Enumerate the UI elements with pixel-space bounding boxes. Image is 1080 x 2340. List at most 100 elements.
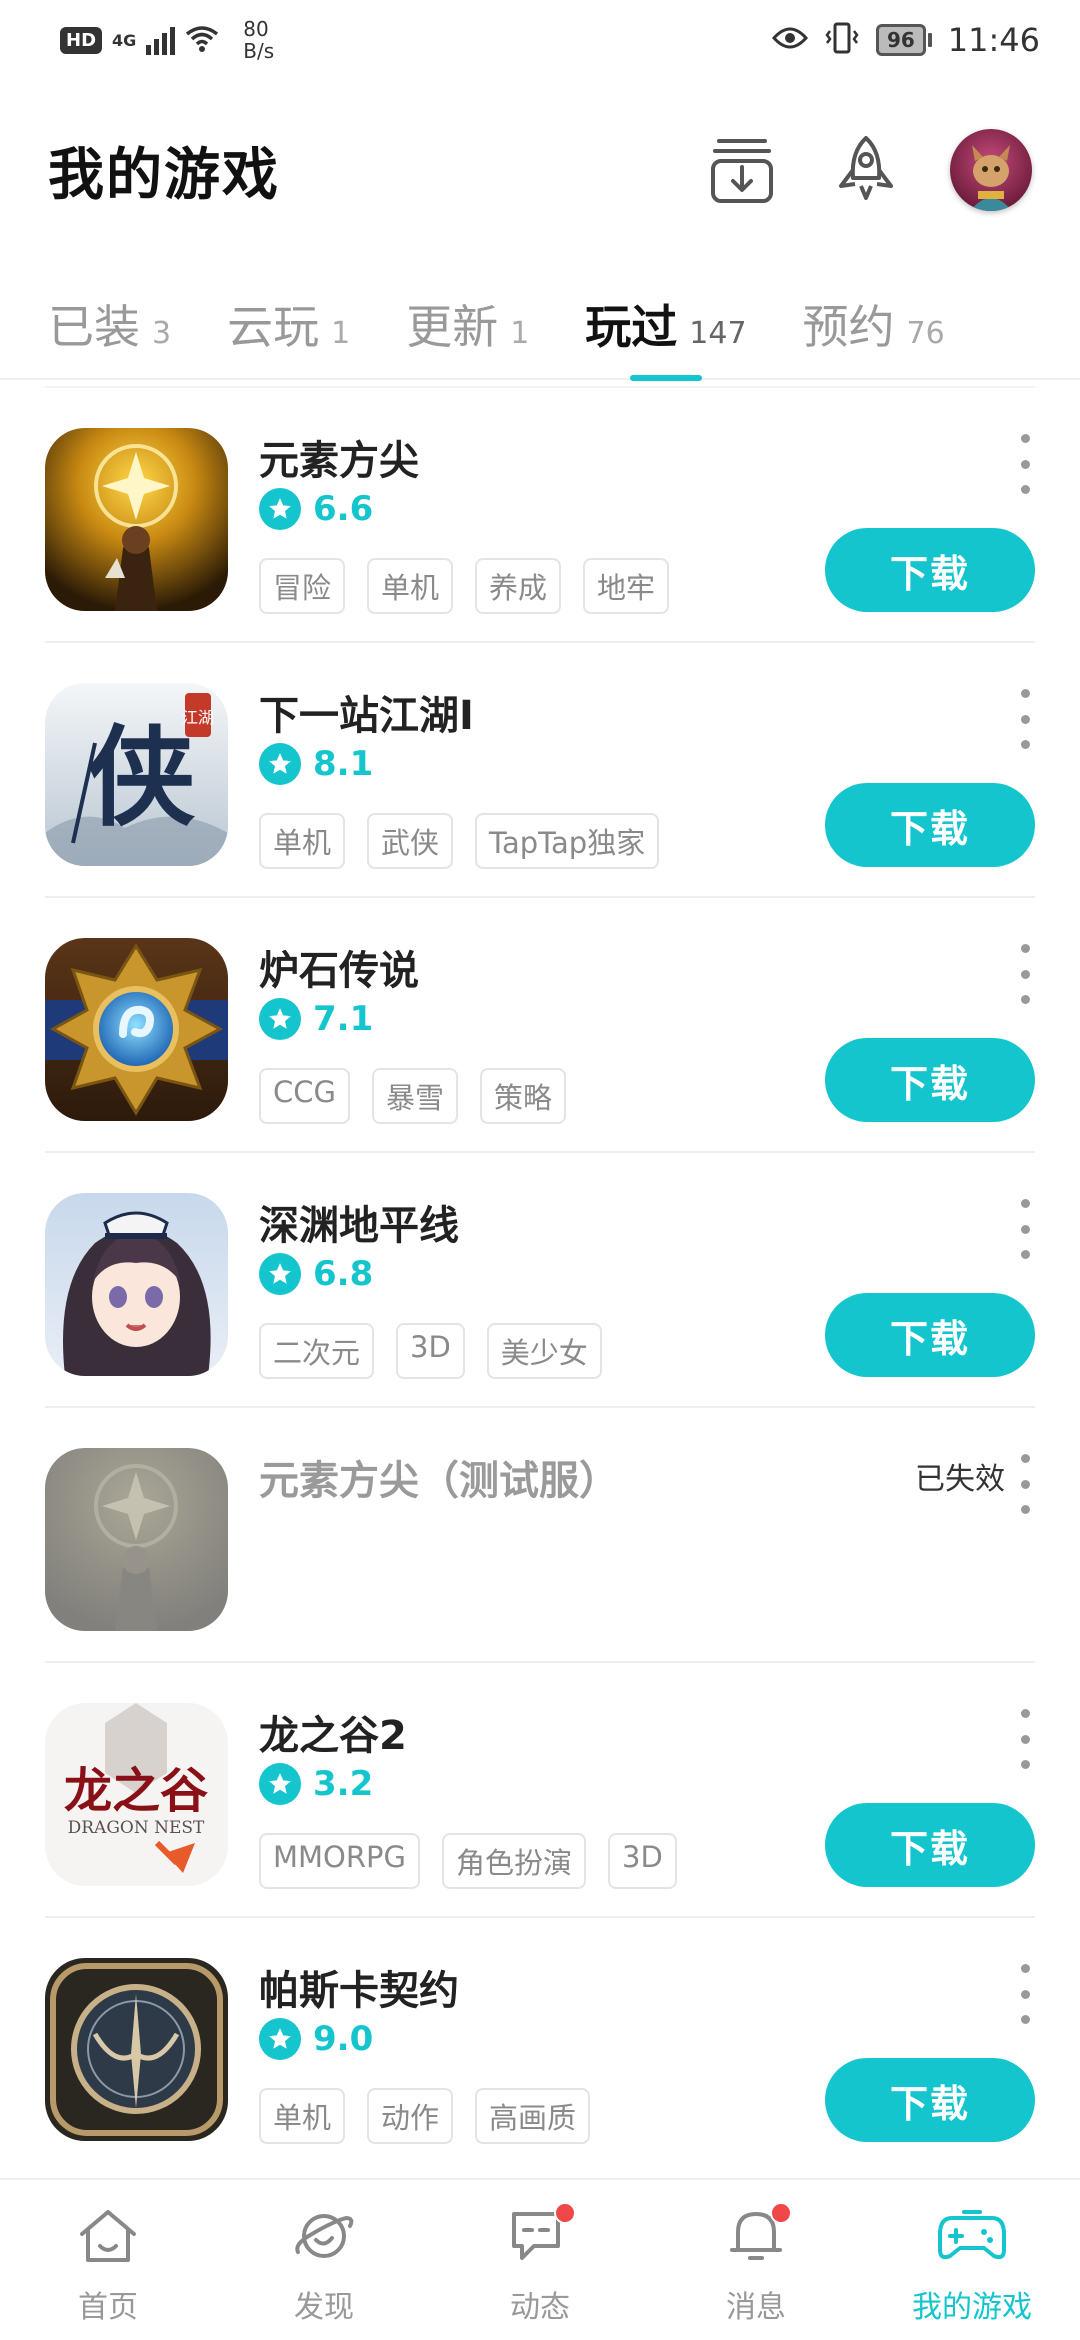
net-speed-value: 80: [243, 17, 269, 41]
tab-label: 已装: [48, 300, 140, 354]
game-tag[interactable]: 单机: [259, 2088, 346, 2144]
rocket-icon[interactable]: [826, 130, 906, 210]
status-left: HD 4G 80 B/s: [60, 18, 274, 62]
header-actions: [702, 129, 1032, 211]
status-bar: HD 4G 80 B/s 96 11:46: [0, 0, 1080, 80]
game-tag[interactable]: 角色扮演: [441, 1833, 586, 1889]
game-tag[interactable]: 单机: [259, 813, 346, 869]
tab-count: 1: [331, 316, 351, 351]
nav-label: 消息: [726, 2290, 786, 2325]
game-rating: 7.1: [259, 998, 373, 1040]
net-speed-unit: B/s: [243, 39, 275, 63]
rating-value: 9.0: [313, 2019, 374, 2059]
game-tag[interactable]: 动作: [367, 2088, 454, 2144]
nav-feed[interactable]: 动态: [432, 2180, 648, 2340]
tab-updates[interactable]: 更新 1: [406, 269, 529, 379]
game-tag[interactable]: 养成: [475, 558, 562, 614]
tab-count: 76: [906, 316, 945, 351]
more-options-icon[interactable]: [1015, 1964, 1035, 2024]
game-tag[interactable]: 冒险: [259, 558, 346, 614]
notification-dot: [770, 2202, 792, 2224]
game-icon-elemental-spire-test[interactable]: [45, 1448, 228, 1631]
status-right: 96 11:46: [771, 21, 1040, 59]
more-options-icon[interactable]: [1015, 1199, 1035, 1259]
star-icon: [259, 2018, 301, 2060]
download-button[interactable]: 下载: [825, 1803, 1035, 1887]
game-row[interactable]: 元素方尖 6.6 冒险 单机 养成 地牢 下载: [45, 386, 1035, 641]
game-row[interactable]: 帕斯卡契约 9.0 单机 动作 高画质 下载: [45, 1916, 1035, 2171]
bottom-nav: 首页 发现 动态 消息 我的游戏: [0, 2178, 1080, 2340]
game-list: 元素方尖 6.6 冒险 单机 养成 地牢 下载 侠 江湖 下一站江湖Ⅰ 8.1 …: [0, 386, 1080, 2171]
game-tag[interactable]: 地牢: [583, 558, 670, 614]
game-tag[interactable]: TapTap独家: [475, 813, 660, 869]
more-options-icon[interactable]: [1015, 689, 1035, 749]
nav-discover[interactable]: 发现: [216, 2180, 432, 2340]
game-tag[interactable]: 暴雪: [371, 1068, 458, 1124]
tab-reserved[interactable]: 预约 76: [803, 269, 945, 379]
more-options-icon[interactable]: [1015, 1454, 1035, 1514]
game-tag[interactable]: 3D: [608, 1833, 677, 1889]
tab-count: 147: [689, 316, 747, 351]
download-button[interactable]: 下载: [825, 2058, 1035, 2142]
page-title: 我的游戏: [48, 142, 280, 208]
star-icon: [259, 488, 301, 530]
game-tag[interactable]: 美少女: [486, 1323, 602, 1379]
game-tag[interactable]: 单机: [367, 558, 454, 614]
game-rating: 9.0: [259, 2018, 373, 2060]
nav-label: 发现: [294, 2290, 354, 2325]
download-manager-icon[interactable]: [702, 130, 782, 210]
nav-my-games[interactable]: 我的游戏: [864, 2180, 1080, 2340]
tab-count: 1: [510, 316, 530, 351]
game-name: 元素方尖（测试服）: [259, 1458, 619, 1504]
star-icon: [259, 743, 301, 785]
download-button[interactable]: 下载: [825, 1038, 1035, 1122]
nav-label: 我的游戏: [912, 2290, 1032, 2325]
more-options-icon[interactable]: [1015, 1709, 1035, 1769]
rating-value: 3.2: [313, 1764, 374, 1804]
game-icon-hearthstone[interactable]: [45, 938, 228, 1121]
game-icon-pascal-contract[interactable]: [45, 1958, 228, 2141]
game-rating: 6.6: [259, 488, 373, 530]
download-button[interactable]: 下载: [825, 528, 1035, 612]
nav-messages[interactable]: 消息: [648, 2180, 864, 2340]
game-tag[interactable]: CCG: [259, 1068, 350, 1124]
game-icon-dragon-nest-2[interactable]: 龙之谷 DRAGON NEST: [45, 1703, 228, 1886]
game-row[interactable]: 侠 江湖 下一站江湖Ⅰ 8.1 单机 武侠 TapTap独家 下载: [45, 641, 1035, 896]
tab-played[interactable]: 玩过 147: [585, 269, 747, 381]
battery-indicator: 96: [875, 24, 932, 56]
game-name: 龙之谷2: [259, 1713, 407, 1759]
tab-installed[interactable]: 已装 3: [48, 269, 171, 379]
game-icon-elemental-spire[interactable]: [45, 428, 228, 611]
signal-icon: [146, 25, 176, 55]
game-tag[interactable]: 高画质: [475, 2088, 591, 2144]
user-avatar[interactable]: [950, 129, 1032, 211]
game-tag[interactable]: 策略: [480, 1068, 567, 1124]
star-icon: [259, 1763, 301, 1805]
eye-icon: [771, 26, 808, 54]
star-icon: [259, 998, 301, 1040]
game-row[interactable]: 元素方尖（测试服） 已失效: [45, 1406, 1035, 1661]
game-tag[interactable]: 武侠: [367, 813, 454, 869]
tab-cloud-play[interactable]: 云玩 1: [227, 269, 350, 379]
download-button[interactable]: 下载: [825, 783, 1035, 867]
game-row[interactable]: 龙之谷 DRAGON NEST 龙之谷2 3.2 MMORPG 角色扮演 3D …: [45, 1661, 1035, 1916]
game-icon-abyss-horizon[interactable]: [45, 1193, 228, 1376]
game-tag[interactable]: 3D: [396, 1323, 465, 1379]
game-tag[interactable]: 二次元: [259, 1323, 375, 1379]
game-tags: 二次元 3D 美少女: [259, 1323, 602, 1379]
game-row[interactable]: 深渊地平线 6.8 二次元 3D 美少女 下载: [45, 1151, 1035, 1406]
app-root: HD 4G 80 B/s 96 11:46 我的游戏 已装 3 云玩 1 更新 …: [0, 0, 1080, 2340]
nav-home[interactable]: 首页: [0, 2180, 216, 2340]
game-row[interactable]: 炉石传说 7.1 CCG 暴雪 策略 下载: [45, 896, 1035, 1151]
more-options-icon[interactable]: [1015, 434, 1035, 494]
game-tag[interactable]: MMORPG: [259, 1833, 420, 1889]
rating-value: 6.8: [313, 1254, 374, 1294]
more-options-icon[interactable]: [1015, 944, 1035, 1004]
tab-label: 云玩: [227, 300, 320, 354]
invalid-status: 已失效: [915, 1462, 1005, 1497]
game-icon-next-stop-jianghu[interactable]: 侠 江湖: [45, 683, 228, 866]
bell-icon: [720, 2200, 792, 2272]
page-header: 我的游戏: [0, 100, 1080, 240]
svg-text:龙之谷: 龙之谷: [64, 1763, 208, 1819]
download-button[interactable]: 下载: [825, 1293, 1035, 1377]
